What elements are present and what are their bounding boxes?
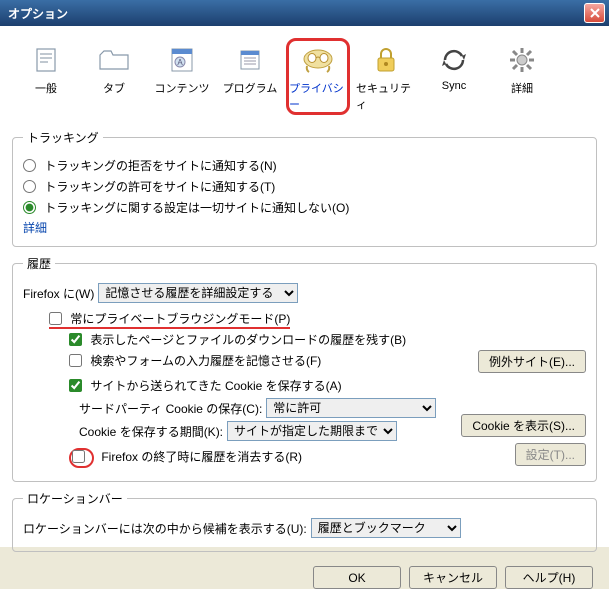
tracking-group: トラッキング トラッキングの拒否をサイトに通知する(N) トラッキングの許可をサ… xyxy=(12,129,597,247)
sync-icon xyxy=(436,42,472,78)
tracking-none[interactable]: トラッキングに関する設定は一切サイトに通知しない(O) xyxy=(23,201,349,215)
locationbar-select[interactable]: 履歴とブックマーク xyxy=(311,518,461,538)
tab-security[interactable]: セキュリティ xyxy=(354,38,418,115)
firefox-history-select[interactable]: 記憶させる履歴を詳細設定する xyxy=(98,283,298,303)
locationbar-group: ロケーションバー ロケーションバーには次の中から候補を表示する(U): 履歴とブ… xyxy=(12,490,597,552)
programs-icon xyxy=(232,42,268,78)
security-icon xyxy=(368,42,404,78)
accept-cookies-check[interactable]: サイトから送られてきた Cookie を保存する(A) xyxy=(69,379,342,393)
history-settings-button: 設定(T)... xyxy=(515,443,586,466)
tab-advanced[interactable]: 詳細 xyxy=(490,38,554,115)
help-button[interactable]: ヘルプ(H) xyxy=(505,566,593,589)
tracking-detail-link[interactable]: 詳細 xyxy=(23,221,47,235)
clear-on-close-highlight xyxy=(69,448,94,468)
window-title: オプション xyxy=(8,5,584,22)
thirdparty-select[interactable]: 常に許可 xyxy=(266,398,436,418)
tab-sync[interactable]: Sync xyxy=(422,38,486,115)
dialog-buttons: OK キャンセル ヘルプ(H) xyxy=(12,560,597,589)
tab-privacy[interactable]: プライバシー xyxy=(286,38,350,115)
close-button[interactable] xyxy=(584,3,605,23)
tab-icon xyxy=(96,42,132,78)
history-group: 履歴 Firefox に(W) 記憶させる履歴を詳細設定する 常にプライベートブ… xyxy=(12,255,597,482)
firefox-history-label: Firefox に(W) xyxy=(23,285,94,302)
titlebar: オプション xyxy=(0,0,609,26)
clear-on-close-label: Firefox の終了時に履歴を消去する(R) xyxy=(101,450,302,464)
tab-content[interactable]: A コンテンツ xyxy=(150,38,214,115)
exceptions-button[interactable]: 例外サイト(E)... xyxy=(478,350,586,373)
tab-tab[interactable]: タブ xyxy=(82,38,146,115)
ok-button[interactable]: OK xyxy=(313,566,401,589)
show-cookies-button[interactable]: Cookie を表示(S)... xyxy=(461,414,586,437)
cancel-button[interactable]: キャンセル xyxy=(409,566,497,589)
svg-text:A: A xyxy=(177,58,183,67)
tracking-legend: トラッキング xyxy=(23,129,103,146)
content-icon: A xyxy=(164,42,200,78)
locationbar-legend: ロケーションバー xyxy=(23,490,127,507)
locationbar-label: ロケーションバーには次の中から候補を表示する(U): xyxy=(23,520,307,537)
clear-on-close-check[interactable] xyxy=(72,450,85,463)
tab-programs[interactable]: プログラム xyxy=(218,38,282,115)
advanced-icon xyxy=(504,42,540,78)
remember-visits-check[interactable]: 表示したページとファイルのダウンロードの履歴を残す(B) xyxy=(69,333,406,347)
remember-forms-check[interactable]: 検索やフォームの入力履歴を記憶させる(F) xyxy=(69,354,321,368)
privacy-icon xyxy=(300,42,336,78)
private-mode-check[interactable]: 常にプライベートブラウジングモード(P) xyxy=(49,312,290,329)
category-tabstrip: 一般 タブ A コンテンツ プログラム プライバシー xyxy=(12,34,597,125)
tracking-allow[interactable]: トラッキングの許可をサイトに通知する(T) xyxy=(23,180,275,194)
content-area: 一般 タブ A コンテンツ プログラム プライバシー xyxy=(0,26,609,547)
keep-until-label: Cookie を保存する期間(K): xyxy=(79,423,223,440)
general-icon xyxy=(28,42,64,78)
keep-until-select[interactable]: サイトが指定した期限まで xyxy=(227,421,397,441)
thirdparty-label: サードパーティ Cookie の保存(C): xyxy=(79,400,262,417)
history-legend: 履歴 xyxy=(23,255,55,272)
tracking-refuse[interactable]: トラッキングの拒否をサイトに通知する(N) xyxy=(23,159,277,173)
tab-general[interactable]: 一般 xyxy=(14,38,78,115)
